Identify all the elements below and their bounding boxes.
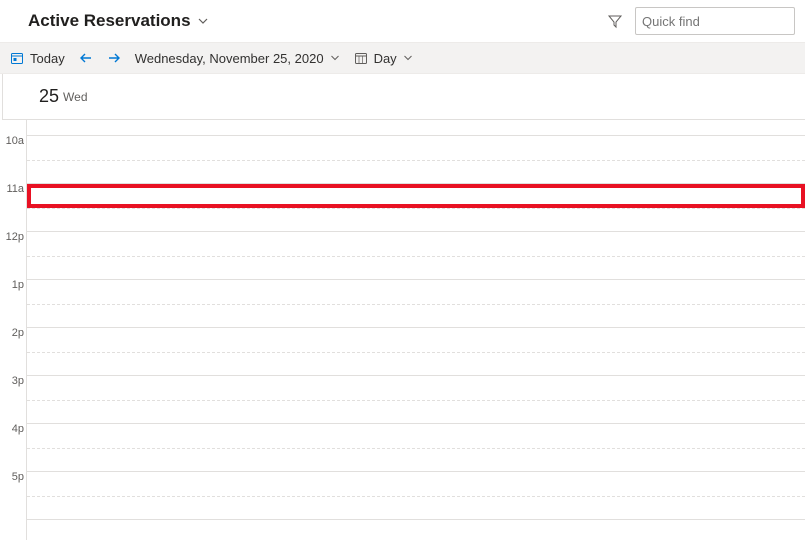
- view-mode-label: Day: [374, 51, 397, 66]
- search-box[interactable]: [635, 7, 795, 35]
- hour-row[interactable]: [27, 472, 805, 520]
- half-hour-line: [27, 496, 805, 497]
- hour-row[interactable]: [27, 376, 805, 424]
- next-day-button[interactable]: [107, 51, 121, 65]
- time-label: 12p: [0, 232, 24, 280]
- day-number: 25: [39, 86, 59, 107]
- current-date-label: Wednesday, November 25, 2020: [135, 51, 324, 66]
- view-selector[interactable]: Active Reservations: [28, 11, 209, 31]
- today-label: Today: [30, 51, 65, 66]
- day-column[interactable]: [26, 120, 805, 540]
- hour-row[interactable]: [27, 120, 805, 136]
- calendar-toolbar: Today Wednesday, November 25, 2020 Day: [0, 42, 805, 74]
- chevron-down-icon: [197, 15, 209, 27]
- time-label: 11a: [0, 184, 24, 232]
- hour-row[interactable]: [27, 184, 805, 232]
- time-label: 2p: [0, 328, 24, 376]
- hour-row[interactable]: [27, 232, 805, 280]
- calendar-icon: [354, 51, 368, 65]
- time-label: [0, 120, 24, 136]
- half-hour-line: [27, 400, 805, 401]
- half-hour-line: [27, 208, 805, 209]
- time-label: 3p: [0, 376, 24, 424]
- filter-icon[interactable]: [607, 13, 623, 29]
- time-label: 4p: [0, 424, 24, 472]
- calendar-today-icon: [10, 51, 24, 65]
- half-hour-line: [27, 352, 805, 353]
- hour-row[interactable]: [27, 424, 805, 472]
- half-hour-line: [27, 304, 805, 305]
- calendar-day-header: 25 Wed: [2, 74, 805, 120]
- hour-row[interactable]: [27, 136, 805, 184]
- time-label: 5p: [0, 472, 24, 520]
- calendar-grid[interactable]: 10a11a12p1p2p3p4p5p: [0, 120, 805, 540]
- half-hour-line: [27, 256, 805, 257]
- today-button[interactable]: Today: [10, 51, 65, 66]
- prev-day-button[interactable]: [79, 51, 93, 65]
- chevron-down-icon: [330, 53, 340, 63]
- half-hour-line: [27, 160, 805, 161]
- hour-row[interactable]: [27, 280, 805, 328]
- view-mode-picker[interactable]: Day: [354, 51, 413, 66]
- date-picker[interactable]: Wednesday, November 25, 2020: [135, 51, 340, 66]
- page-header: Active Reservations: [0, 0, 805, 42]
- header-actions: [607, 7, 795, 35]
- day-name: Wed: [63, 90, 87, 104]
- search-input[interactable]: [642, 14, 805, 29]
- half-hour-line: [27, 448, 805, 449]
- time-label: 10a: [0, 136, 24, 184]
- chevron-down-icon: [403, 53, 413, 63]
- time-column: 10a11a12p1p2p3p4p5p: [0, 120, 26, 540]
- page-title: Active Reservations: [28, 11, 191, 31]
- hour-row[interactable]: [27, 328, 805, 376]
- time-label: 1p: [0, 280, 24, 328]
